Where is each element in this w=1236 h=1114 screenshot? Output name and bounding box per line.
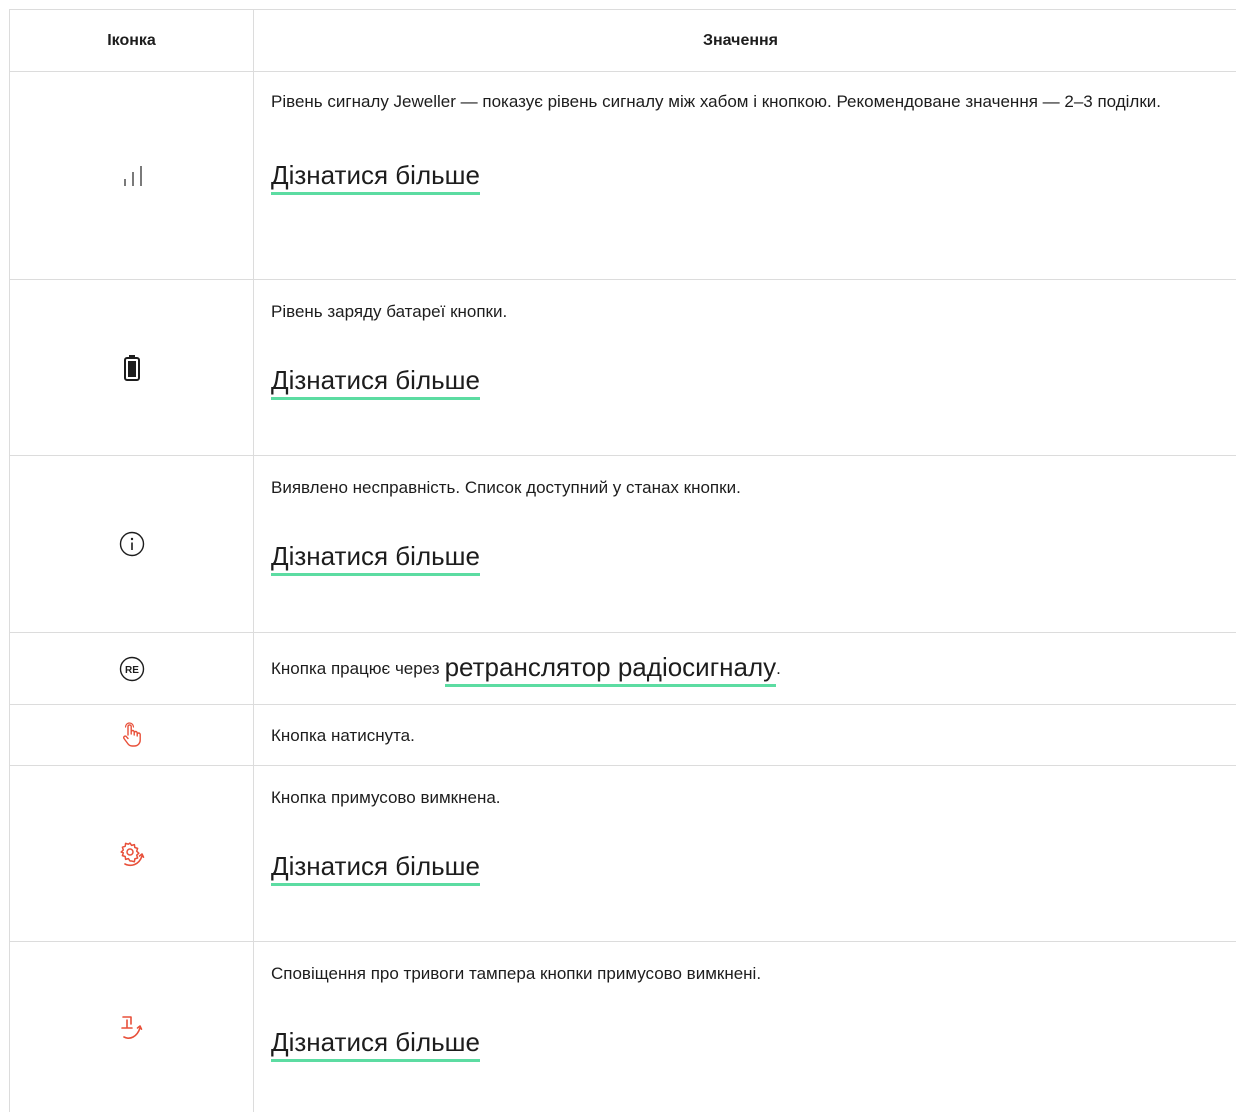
signal-strength-icon: [117, 165, 147, 187]
learn-more-link[interactable]: Дізнатися більше: [271, 364, 480, 400]
table-row: Кнопка примусово вимкнена. Дізнатися біл…: [10, 766, 1236, 942]
table-header: Іконка Значення: [10, 10, 1236, 72]
row-description: Кнопка натиснута.: [271, 725, 415, 745]
tamper-disabled-icon: [118, 1013, 146, 1041]
header-meaning-column: Значення: [702, 32, 779, 49]
info-icon: [119, 531, 145, 557]
table-row: Сповіщення про тривоги тампера кнопки пр…: [10, 942, 1236, 1112]
row-description: Кнопка працює через: [271, 659, 440, 678]
row-description: Рівень сигналу Jeweller — показує рівень…: [271, 92, 1162, 111]
icons-table: Іконка Значення Рівень сигналу Jeweller …: [9, 9, 1236, 1112]
table-row: Виявлено несправність. Список доступний …: [10, 456, 1236, 633]
battery-icon: [123, 354, 141, 382]
header-icon-column: Іконка: [10, 10, 254, 71]
row-description: Кнопка примусово вимкнена.: [271, 788, 501, 807]
button-pressed-hand-icon: [120, 722, 144, 748]
table-row: Кнопка натиснута.: [10, 705, 1236, 766]
repeater-link[interactable]: ретранслятор радіосигналу: [444, 651, 777, 687]
row-description-end: .: [776, 659, 781, 678]
table-row: Рівень заряду батареї кнопки. Дізнатися …: [10, 280, 1236, 456]
row-description: Рівень заряду батареї кнопки.: [271, 302, 508, 321]
learn-more-link[interactable]: Дізнатися більше: [271, 850, 480, 886]
learn-more-link[interactable]: Дізнатися більше: [271, 540, 480, 576]
svg-text:RE: RE: [125, 665, 139, 676]
table-row: Рівень сигналу Jeweller — показує рівень…: [10, 72, 1236, 280]
learn-more-link[interactable]: Дізнатися більше: [271, 1026, 480, 1062]
forced-disable-gear-icon: [118, 840, 146, 868]
repeater-re-icon: RE: [119, 656, 145, 682]
row-description: Виявлено несправність. Список доступний …: [271, 478, 741, 497]
row-description: Сповіщення про тривоги тампера кнопки пр…: [271, 964, 762, 983]
table-row: RE Кнопка працює через ретранслятор раді…: [10, 633, 1236, 705]
learn-more-link[interactable]: Дізнатися більше: [271, 159, 480, 195]
